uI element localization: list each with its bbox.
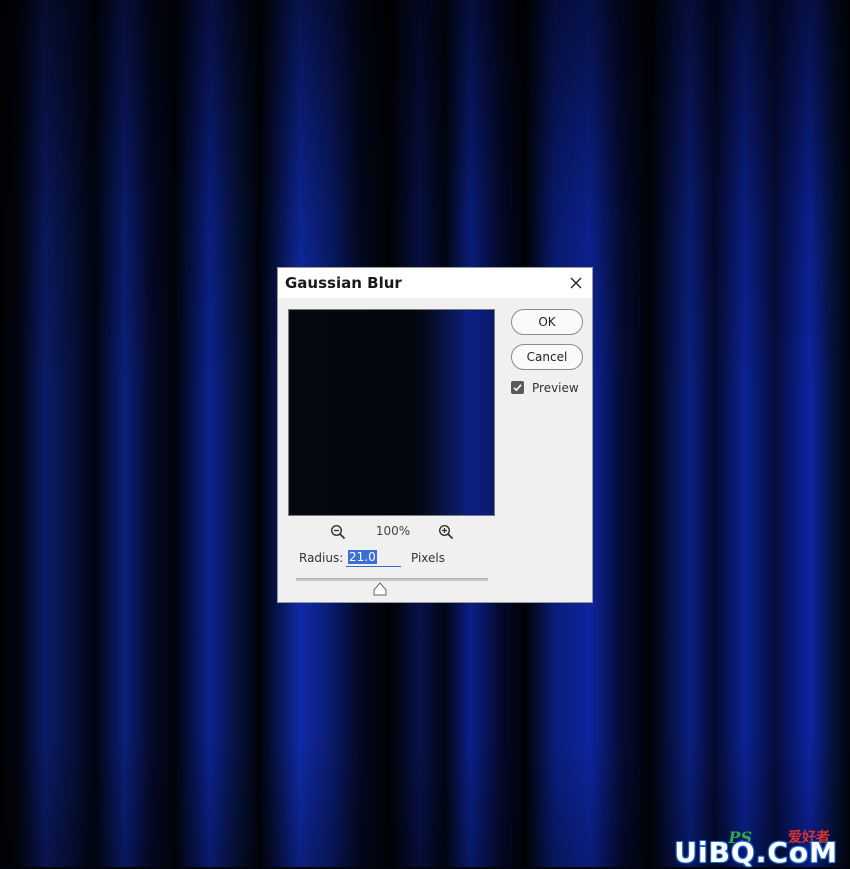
dialog-title: Gaussian Blur [285,274,402,292]
gaussian-blur-dialog: Gaussian Blur 100% Radius: 21.0 Pixels O… [277,267,593,603]
watermark-main-text: UiBQ.CoM [674,836,838,869]
close-icon[interactable] [566,273,586,293]
ok-button[interactable]: OK [511,309,583,335]
dialog-title-bar[interactable]: Gaussian Blur [278,268,592,298]
zoom-controls: 100% [288,523,495,541]
zoom-in-icon[interactable] [438,524,454,540]
zoom-level-readout: 100% [375,524,411,538]
zoom-out-icon[interactable] [330,524,346,540]
radius-label: Radius: [299,551,344,565]
radius-input[interactable]: 21.0 [346,549,401,567]
preview-thumbnail[interactable] [288,309,495,516]
radius-value: 21.0 [348,550,377,564]
preview-label: Preview [532,381,579,395]
radius-slider-thumb[interactable] [373,581,387,596]
preview-option: Preview [511,380,591,396]
preview-checkbox[interactable] [511,381,524,394]
radius-slider-track[interactable] [296,578,488,581]
unit-label: Pixels [411,551,446,565]
cancel-button[interactable]: Cancel [511,344,583,370]
